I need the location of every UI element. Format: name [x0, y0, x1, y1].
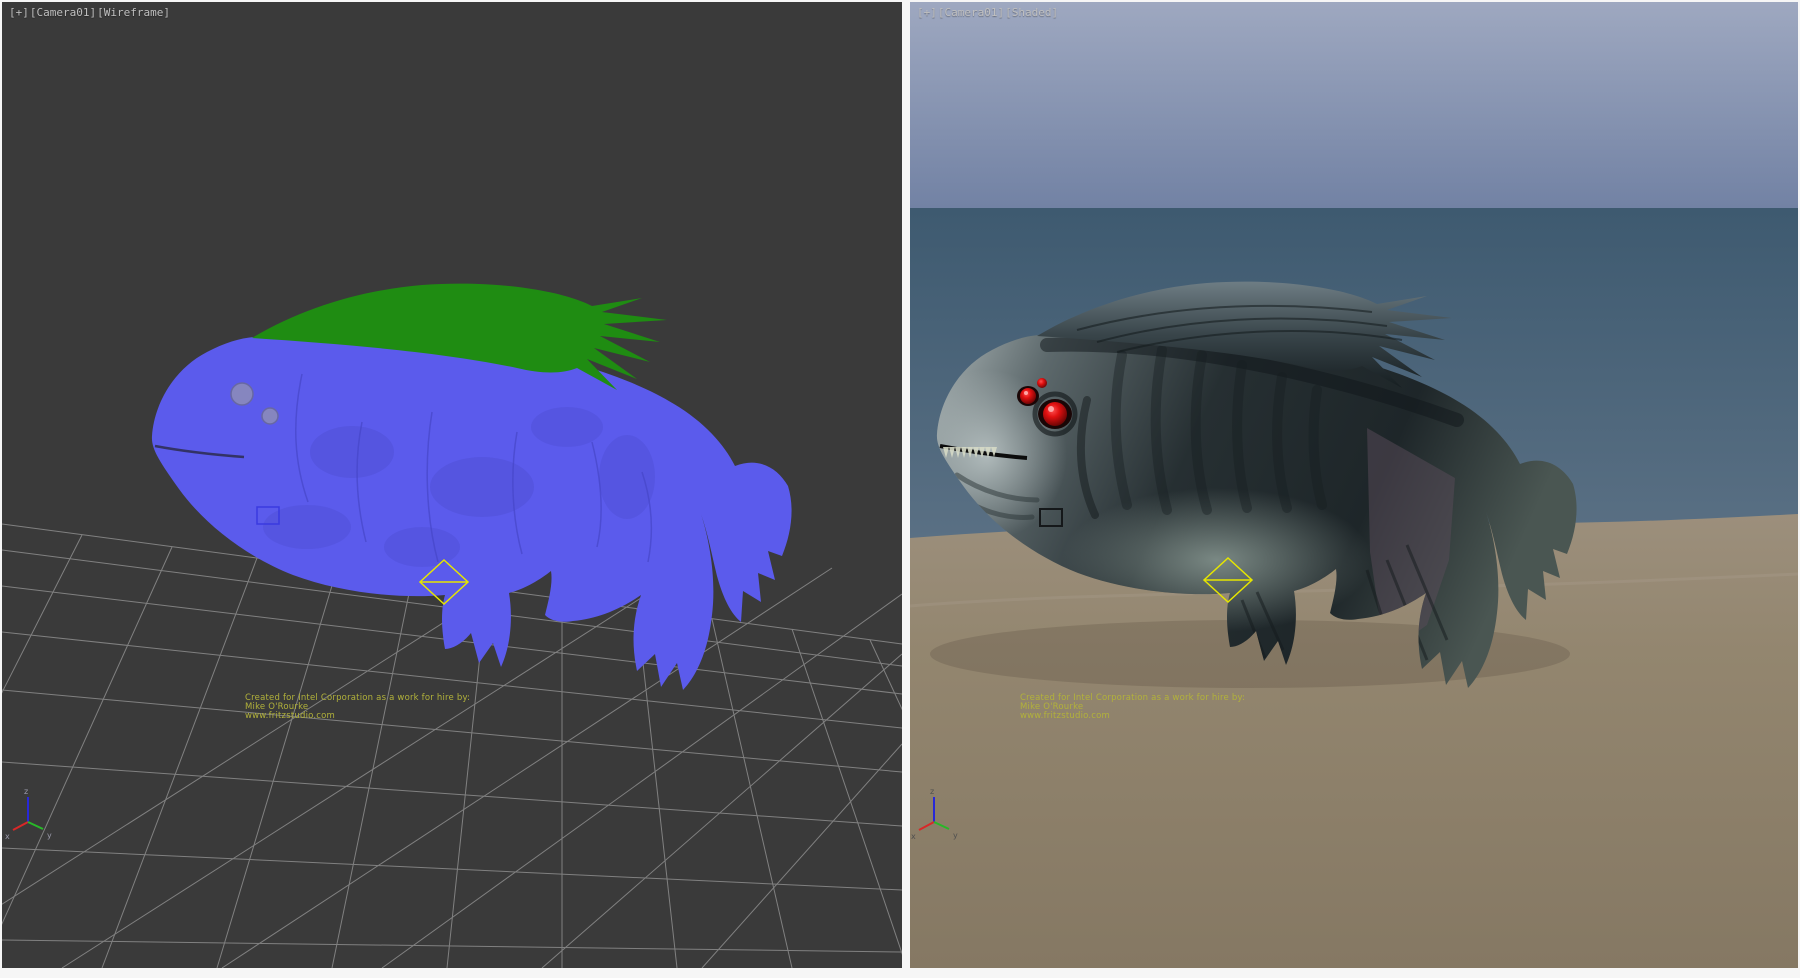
axis-z-label: z — [24, 787, 28, 796]
viewport-shading-menu[interactable]: [Wireframe] — [97, 6, 170, 19]
viewport-label: [+][Camera01][Shaded] — [917, 6, 1059, 19]
shaded-scene: z x y — [910, 2, 1798, 968]
viewport-wireframe[interactable]: [+][Camera01][Wireframe] — [2, 2, 902, 968]
scene-credit-text: Created for Intel Corporation as a work … — [1020, 694, 1245, 721]
viewport-label: [+][Camera01][Wireframe] — [9, 6, 171, 19]
scene-credit-text: Created for Intel Corporation as a work … — [245, 694, 470, 721]
dual-viewport-stage: [+][Camera01][Wireframe] — [0, 0, 1800, 978]
fish-eye-main — [1043, 402, 1067, 426]
axis-y-label: y — [47, 831, 52, 840]
sky — [910, 2, 1798, 208]
fish-eye-third — [1037, 378, 1047, 388]
axis-x-label: x — [911, 832, 916, 841]
credit-line-3: www.fritzstudio.com — [245, 711, 335, 721]
viewport-general-menu[interactable]: [+] — [917, 6, 937, 19]
viewport-pov-menu[interactable]: [Camera01] — [30, 6, 96, 19]
wireframe-fish-model[interactable] — [152, 284, 792, 690]
viewport-pov-menu[interactable]: [Camera01] — [938, 6, 1004, 19]
credit-line-3: www.fritzstudio.com — [1020, 711, 1110, 721]
wireframe-scene: z x y — [2, 2, 902, 968]
world-axis-tripod: z x y — [5, 787, 52, 841]
fish-eye-second — [1020, 388, 1036, 404]
axis-x-label: x — [5, 832, 10, 841]
axis-z-label: z — [930, 787, 934, 796]
viewport-shading-menu[interactable]: [Shaded] — [1005, 6, 1058, 19]
viewport-general-menu[interactable]: [+] — [9, 6, 29, 19]
axis-y-label: y — [953, 831, 958, 840]
viewport-shaded[interactable]: [+][Camera01][Shaded] — [910, 2, 1798, 968]
